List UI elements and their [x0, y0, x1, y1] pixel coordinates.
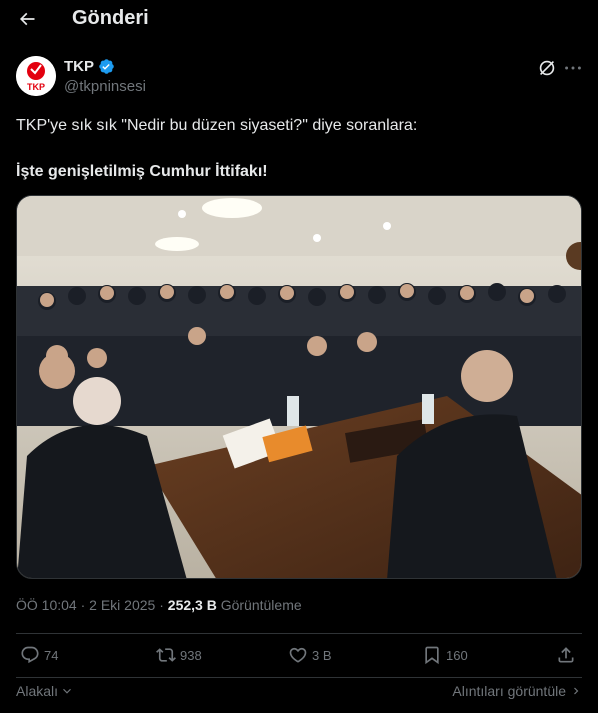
share-button[interactable] [556, 645, 576, 665]
related-toggle[interactable]: Alakalı [16, 683, 74, 699]
meta-separator: · [80, 597, 90, 613]
view-quotes-link[interactable]: Alıntıları görüntüle [452, 683, 582, 699]
tkp-logo: TKP [16, 56, 56, 96]
bookmark-icon [425, 646, 439, 665]
author-name[interactable]: TKP [64, 58, 115, 75]
divider-bottom [16, 677, 582, 678]
reply-icon [21, 646, 39, 664]
back-arrow-icon [19, 12, 35, 26]
views-count: 252,3 B [167, 597, 217, 613]
share-icon [558, 647, 574, 663]
related-label: Alakalı [16, 683, 59, 699]
chevron-right-icon [574, 687, 579, 695]
top-bar: Gönderi [0, 0, 598, 38]
author-name-text[interactable]: TKP [64, 58, 94, 75]
bookmark-button[interactable]: 160 [422, 645, 468, 665]
page-title: Gönderi [72, 7, 149, 29]
more-icon [565, 66, 581, 70]
repost-count: 938 [180, 647, 202, 663]
tweet-date[interactable]: 2 Eki 2025 [89, 597, 155, 613]
back-button[interactable] [14, 6, 40, 32]
bookmark-count: 160 [446, 647, 468, 663]
grok-button[interactable] [536, 57, 558, 79]
tweet-meta: ÖÖ 10:04 · 2 Eki 2025 · 252,3 B Görüntül… [16, 597, 302, 613]
author-handle[interactable]: @tkpninsesi [64, 78, 146, 95]
more-button[interactable] [562, 57, 584, 79]
meeting-photo [17, 196, 581, 578]
svg-text:TKP: TKP [27, 82, 45, 92]
author-row: TKP TKP @tkpninsesi [16, 56, 582, 100]
chevron-down-icon [63, 688, 71, 694]
views-label: Görüntüleme [220, 597, 302, 613]
reply-button[interactable]: 74 [20, 645, 58, 665]
divider-top [16, 633, 582, 634]
repost-button[interactable]: 938 [156, 645, 202, 665]
action-bar: 74 938 3 B 160 [16, 645, 582, 671]
repost-icon [156, 648, 176, 662]
tweet-photo[interactable] [16, 195, 582, 579]
tweet-text-line-1: TKP'ye sık sık "Nedir bu düzen siyaseti?… [16, 117, 418, 134]
reply-count: 74 [44, 647, 59, 663]
avatar[interactable]: TKP [16, 56, 56, 96]
like-icon [289, 647, 307, 663]
tweet-text-line-2: İşte genişletilmiş Cumhur İttifakı! [16, 163, 268, 180]
meta-separator: · [159, 597, 168, 613]
tweet-time[interactable]: ÖÖ 10:04 [16, 597, 77, 613]
view-quotes-label: Alıntıları görüntüle [452, 683, 566, 699]
verified-badge-icon [99, 59, 114, 74]
like-count: 3 B [312, 647, 332, 663]
grok-icon [539, 60, 555, 76]
like-button[interactable]: 3 B [288, 645, 332, 665]
